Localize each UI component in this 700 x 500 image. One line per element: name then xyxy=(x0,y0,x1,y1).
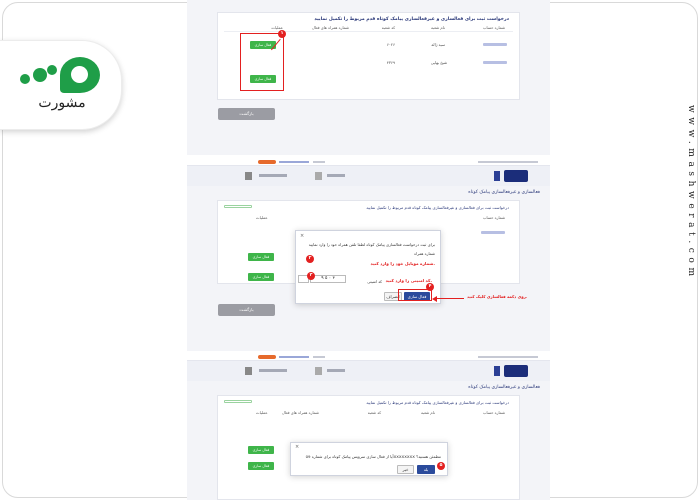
highlight-confirm-button xyxy=(398,289,432,301)
account-number-2 xyxy=(483,61,507,64)
annotation-step-2-text: کد امنیتی را وارد کنید. xyxy=(385,278,432,283)
no-button[interactable]: خیر xyxy=(397,465,414,474)
close-icon[interactable]: × xyxy=(300,233,304,239)
col-account: شماره حساب xyxy=(482,410,505,415)
return-button[interactable]: بازگشت xyxy=(218,304,275,316)
annotation-arrow-2 xyxy=(434,298,464,300)
col-branch-code: کد شعبه xyxy=(381,25,395,30)
logo-mark-icon xyxy=(60,57,100,93)
nav-username xyxy=(259,174,287,177)
captcha-image: ۹ ۵ ۰ ۳ xyxy=(310,275,346,283)
branch-name-2: شیخ بهایی xyxy=(430,60,447,65)
header-link-1[interactable] xyxy=(279,356,309,358)
branch-name-1: سید ژاله xyxy=(431,42,445,47)
step-badge-3: ۳ xyxy=(307,272,315,280)
col-actions: عملیات xyxy=(256,215,268,220)
menu-icon[interactable] xyxy=(315,172,322,180)
return-button[interactable]: بازگشت xyxy=(218,108,275,120)
site-nav-bar xyxy=(187,166,550,186)
branch-code-1: ۶۰۲۶ xyxy=(386,42,395,47)
confirm-question: آیا از فعال سازی سرویس پیامک کوتاه برای … xyxy=(305,454,441,459)
account-number-1 xyxy=(481,231,505,234)
site-nav-bar xyxy=(187,361,550,381)
activate-button-row-1[interactable]: فعال سازی xyxy=(248,253,274,261)
annotation-step-3-text: روی دکمه فعالسازی کلیک کنید. xyxy=(467,294,528,299)
header-info-text xyxy=(478,161,538,163)
menu-icon[interactable] xyxy=(315,367,322,375)
filter-chip[interactable] xyxy=(224,205,252,208)
page-subtitle: درخواست ثبت برای فعالسازی و غیرفعالسازی … xyxy=(366,400,509,405)
bank-logo-icon xyxy=(494,171,500,181)
page-title: فعالسازی و غیرفعالسازی پیامک کوتاه xyxy=(468,190,540,195)
logo-dot-3 xyxy=(47,65,57,75)
step-badge-1: ۱ xyxy=(278,30,286,38)
annotation-arrowhead-2 xyxy=(432,295,437,302)
modal-title: برای ثبت درخواست فعالسازی پیامک کوتاه لط… xyxy=(308,242,435,247)
site-url-vertical: www.mashwerat.com xyxy=(686,105,696,281)
header-divider xyxy=(224,31,513,32)
bank-logo xyxy=(504,365,528,377)
logo-dot-2 xyxy=(33,68,47,82)
col-branch-name: نام شعبه xyxy=(431,25,445,30)
confirm-modal: × آیا از فعال سازی سرویس پیامک کوتاه برا… xyxy=(290,442,448,476)
screenshot-panel-activation-table: درخواست ثبت برای فعالسازی و غیرفعالسازی … xyxy=(187,0,550,155)
filter-chip[interactable] xyxy=(224,400,252,403)
bank-logo-icon xyxy=(494,366,500,376)
page-title: درخواست ثبت برای فعالسازی و غیرفعالسازی … xyxy=(314,17,509,22)
step-badge-2: ۲ xyxy=(306,255,314,263)
col-branch-name: نام شعبه xyxy=(421,410,435,415)
captcha-text: ۹ ۵ ۰ ۳ xyxy=(321,276,335,281)
logo-dot-1 xyxy=(20,74,30,84)
nav-item xyxy=(327,174,345,177)
screenshot-panel-mobile-entry: فعالسازی و غیرفعالسازی پیامک کوتاه درخوا… xyxy=(187,158,550,351)
activate-button-row-2[interactable]: فعال سازی xyxy=(248,462,274,470)
user-icon[interactable] xyxy=(245,172,252,180)
header-orange-badge xyxy=(258,355,276,359)
header-orange-badge xyxy=(258,160,276,164)
col-active-mobiles: شماره همراه های فعال xyxy=(281,410,319,415)
step-badge-5: ۵ xyxy=(437,462,445,470)
account-number-1 xyxy=(483,43,507,46)
security-code-label: کد امنیتی xyxy=(367,279,382,284)
user-icon[interactable] xyxy=(245,367,252,375)
close-icon[interactable]: × xyxy=(295,444,299,450)
header-info-text xyxy=(478,356,538,358)
col-branch-code: کد شعبه xyxy=(367,410,381,415)
branch-code-2: ۴۳۶۹ xyxy=(386,60,395,65)
yes-button[interactable]: بله xyxy=(417,465,435,474)
col-account: شماره حساب xyxy=(482,25,505,30)
annotation-step-1-text: شماره موبایل خود را وارد کنید. xyxy=(370,261,435,266)
activate-button-row-2[interactable]: فعال سازی xyxy=(248,273,274,281)
page-title: فعالسازی و غیرفعالسازی پیامک کوتاه xyxy=(468,385,540,390)
col-active-mobiles: شماره همراه های فعال xyxy=(311,25,349,30)
header-link-2[interactable] xyxy=(313,161,325,163)
mobile-label: شماره همراه xyxy=(414,251,435,256)
nav-item xyxy=(327,369,345,372)
bank-logo xyxy=(504,170,528,182)
header-link-2[interactable] xyxy=(313,356,325,358)
mashwerat-logo: مشورت xyxy=(0,40,122,130)
screenshot-panel-confirm: فعالسازی و غیرفعالسازی پیامک کوتاه درخوا… xyxy=(187,353,550,500)
activate-button-row-1[interactable]: فعال سازی xyxy=(248,446,274,454)
logo-wordmark: مشورت xyxy=(38,95,86,111)
header-link-1[interactable] xyxy=(279,161,309,163)
col-actions: عملیات xyxy=(256,410,268,415)
site-header-top xyxy=(187,353,550,361)
site-header-top xyxy=(187,158,550,166)
page-subtitle: درخواست ثبت برای فعالسازی و غیرفعالسازی … xyxy=(366,205,509,210)
nav-username xyxy=(259,369,287,372)
col-account: شماره حساب xyxy=(482,215,505,220)
